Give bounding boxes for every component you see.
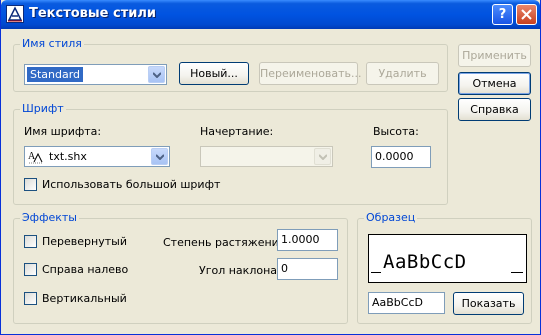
preview-text-input[interactable]: AaBbCcD bbox=[368, 292, 445, 314]
style-name-combo[interactable]: Standard bbox=[24, 64, 167, 85]
autocad-app-icon[interactable] bbox=[6, 5, 24, 23]
font-name-label: Имя шрифта: bbox=[24, 125, 102, 138]
height-input[interactable]: 0.0000 bbox=[371, 146, 431, 168]
font-legend: Шрифт bbox=[20, 102, 66, 115]
text-style-dialog: Текстовые стили ? Имя стиля Standard Нов… bbox=[0, 0, 541, 335]
backwards-checkbox[interactable] bbox=[24, 263, 37, 276]
title-bar[interactable]: Текстовые стили ? bbox=[1, 0, 540, 29]
vertical-label: Вертикальный bbox=[42, 292, 127, 305]
chevron-down-icon[interactable] bbox=[314, 148, 331, 165]
window-title: Текстовые стили bbox=[29, 6, 156, 21]
font-style-label: Начертание: bbox=[200, 125, 274, 138]
oblique-angle-input[interactable]: 0 bbox=[277, 258, 338, 280]
style-name-legend: Имя стиля bbox=[20, 37, 84, 50]
chevron-down-icon[interactable] bbox=[148, 66, 165, 83]
preview-line-left bbox=[371, 272, 381, 273]
preview-line-right bbox=[511, 272, 523, 273]
font-name-value: txt.shx bbox=[49, 150, 87, 163]
show-preview-button[interactable]: Показать bbox=[453, 292, 524, 315]
big-font-checkbox[interactable] bbox=[24, 178, 37, 191]
help-title-button[interactable]: ? bbox=[492, 4, 513, 25]
close-icon bbox=[521, 9, 532, 20]
apply-button[interactable]: Применить bbox=[458, 44, 531, 67]
width-factor-input[interactable]: 1.0000 bbox=[277, 229, 338, 251]
close-button[interactable] bbox=[516, 4, 537, 25]
help-button[interactable]: Справка bbox=[458, 98, 531, 121]
cancel-button[interactable]: Отмена bbox=[458, 72, 531, 95]
width-factor-label: Степень растяжения: bbox=[163, 236, 290, 249]
shx-font-icon: A bbox=[28, 149, 44, 164]
rename-style-button[interactable]: Переименовать... bbox=[259, 62, 362, 85]
chevron-down-icon[interactable] bbox=[151, 148, 168, 165]
upside-down-label: Перевернутый bbox=[42, 235, 127, 248]
upside-down-checkbox[interactable] bbox=[24, 235, 37, 248]
preview-legend: Образец bbox=[364, 211, 418, 224]
font-style-combo[interactable] bbox=[200, 146, 333, 167]
font-name-combo[interactable]: A txt.shx bbox=[24, 146, 170, 167]
delete-style-button[interactable]: Удалить bbox=[366, 62, 439, 85]
backwards-label: Справа налево bbox=[42, 263, 129, 276]
preview-text: AaBbCcD bbox=[383, 251, 467, 273]
effects-legend: Эффекты bbox=[20, 211, 79, 224]
oblique-angle-label: Угол наклона: bbox=[199, 264, 281, 277]
vertical-checkbox[interactable] bbox=[24, 292, 37, 305]
height-label: Высота: bbox=[373, 125, 419, 138]
new-style-button[interactable]: Новый... bbox=[179, 62, 249, 85]
style-name-value: Standard bbox=[27, 67, 84, 82]
big-font-label: Использовать большой шрифт bbox=[42, 178, 221, 191]
preview-box: AaBbCcD bbox=[368, 234, 527, 283]
